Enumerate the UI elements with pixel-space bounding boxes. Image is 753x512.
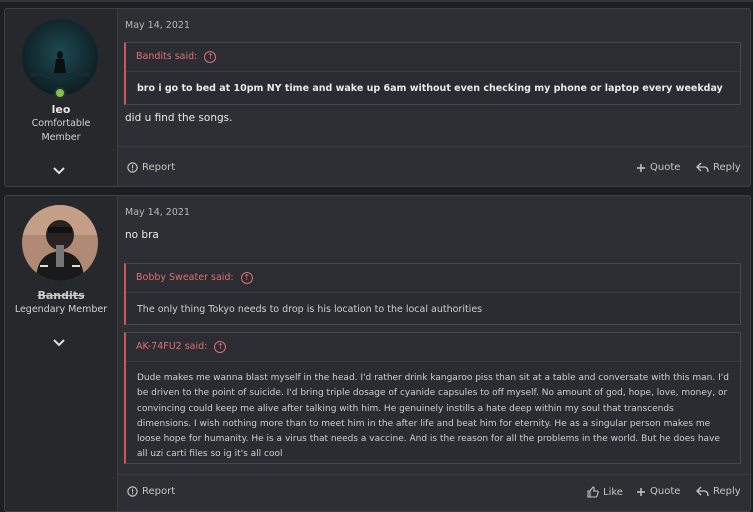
- plus-icon: [637, 163, 645, 172]
- post-footer-divider: [118, 146, 750, 147]
- arrow-up-circle-icon[interactable]: ↑: [204, 50, 217, 63]
- quote-text: The only thing Tokyo needs to drop is hi…: [137, 304, 483, 315]
- username[interactable]: Bandits: [5, 289, 117, 302]
- quote-button[interactable]: Quote: [636, 162, 680, 173]
- quote-label: Quote: [650, 162, 681, 173]
- thumbs-up-icon: [587, 486, 599, 498]
- report-label: Report: [142, 162, 176, 173]
- quote-block: AK-74FU2 said: ↑ Dude makes me wanna bla…: [124, 332, 741, 464]
- chevron-down-icon[interactable]: [52, 338, 66, 348]
- quote-author: AK-74FU2 said:: [136, 341, 208, 352]
- quote-button[interactable]: Quote: [636, 486, 680, 497]
- post-date[interactable]: May 14, 2021: [125, 20, 190, 31]
- post-leo: leo Comfortable Member May 14, 2021 Band…: [4, 8, 751, 187]
- report-icon: [127, 162, 138, 173]
- previous-post-edge: [0, 0, 753, 2]
- arrow-up-circle-icon[interactable]: ↑: [240, 271, 253, 284]
- user-title: Comfortable Member: [5, 117, 117, 145]
- post-message: no bra: [125, 229, 159, 241]
- post-date[interactable]: May 14, 2021: [125, 207, 190, 218]
- chevron-down-icon[interactable]: [52, 166, 66, 176]
- reply-label: Reply: [713, 162, 741, 173]
- user-column: leo Comfortable Member: [5, 9, 118, 186]
- report-button[interactable]: Report: [127, 486, 175, 497]
- quote-author: Bobby Sweater said:: [136, 272, 234, 283]
- avatar[interactable]: [22, 19, 98, 95]
- reply-label: Reply: [713, 486, 741, 497]
- quote-block: Bandits said: ↑ bro i go to bed at 10pm …: [124, 42, 741, 105]
- report-icon: [127, 486, 138, 497]
- user-title-line2: Member: [41, 132, 81, 143]
- reply-button[interactable]: Reply: [696, 486, 741, 497]
- user-column: Bandits Legendary Member: [5, 196, 118, 511]
- quote-text: Dude makes me wanna blast myself in the …: [137, 373, 729, 460]
- quote-label: Quote: [650, 486, 681, 497]
- like-label: Like: [603, 486, 623, 498]
- username[interactable]: leo: [5, 103, 117, 116]
- post-footer-divider: [118, 474, 750, 475]
- online-indicator-icon: [54, 87, 66, 99]
- quote-text: bro i go to bed at 10pm NY time and wake…: [137, 83, 723, 94]
- arrow-up-circle-icon[interactable]: ↑: [214, 340, 227, 353]
- quote-author: Bandits said:: [136, 51, 198, 62]
- like-button[interactable]: Like: [587, 486, 623, 498]
- quote-header[interactable]: Bobby Sweater said: ↑: [126, 264, 740, 293]
- post-bandits: Bandits Legendary Member May 14, 2021 no…: [4, 195, 751, 512]
- report-label: Report: [142, 486, 176, 497]
- post-message: did u find the songs.: [125, 112, 233, 124]
- reply-icon: [696, 486, 709, 497]
- avatar[interactable]: [22, 205, 98, 281]
- reply-icon: [696, 162, 709, 173]
- quote-header[interactable]: Bandits said: ↑: [126, 43, 740, 72]
- reply-button[interactable]: Reply: [696, 162, 741, 173]
- user-title-line1: Comfortable: [31, 118, 91, 129]
- plus-icon: [637, 487, 645, 496]
- quote-header[interactable]: AK-74FU2 said: ↑: [126, 333, 740, 362]
- quote-block: Bobby Sweater said: ↑ The only thing Tok…: [124, 263, 741, 325]
- user-title: Legendary Member: [14, 304, 108, 315]
- report-button[interactable]: Report: [127, 162, 175, 173]
